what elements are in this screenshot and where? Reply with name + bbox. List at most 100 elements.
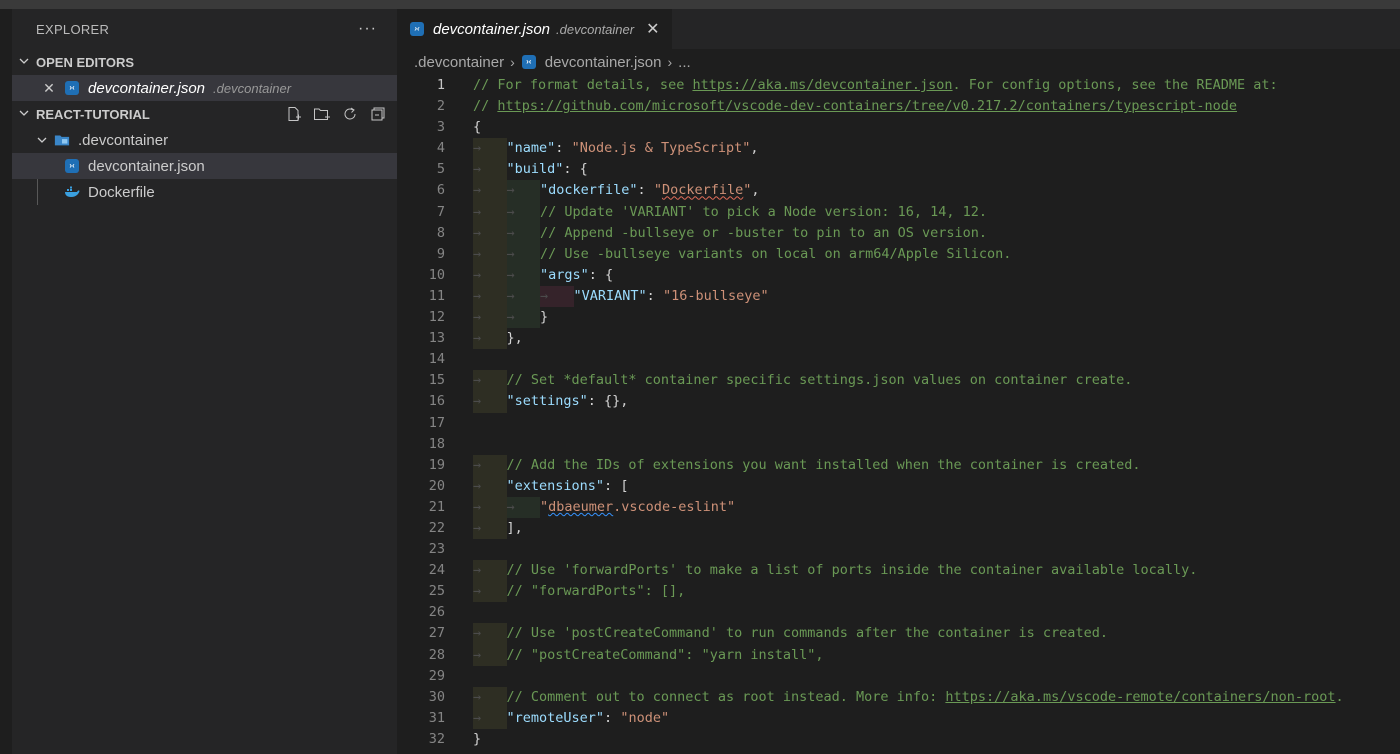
line-number: 31 <box>428 709 445 726</box>
code-editor[interactable]: 1 // For format details, see https://aka.… <box>397 75 1400 754</box>
devcontainer-icon: ›‹ <box>409 21 425 37</box>
code-text: →// Set *default* container specific set… <box>473 370 1132 392</box>
line-number: 8 <box>436 224 445 241</box>
chevron-down-icon <box>30 132 54 149</box>
line-number: 30 <box>428 688 445 705</box>
more-actions-icon[interactable]: ··· <box>358 20 377 38</box>
title-bar <box>0 0 1400 9</box>
new-folder-icon[interactable] <box>313 105 331 123</box>
breadcrumb-tail[interactable]: ... <box>678 54 691 71</box>
editor-tabs: ›‹ devcontainer.json .devcontainer ✕ <box>397 9 1400 49</box>
code-line[interactable]: 14 <box>397 349 1400 370</box>
code-text: →], <box>473 517 523 540</box>
project-section[interactable]: REACT-TUTORIAL <box>12 101 397 127</box>
line-number: 24 <box>428 562 445 579</box>
code-line[interactable]: 29 <box>397 666 1400 687</box>
code-line[interactable]: 23 <box>397 539 1400 560</box>
code-line[interactable]: 16 → "settings": {}, <box>397 391 1400 413</box>
line-number: 22 <box>428 519 445 536</box>
code-line[interactable]: 24 →// Use 'forwardPorts' to make a list … <box>397 560 1400 582</box>
code-line[interactable]: 9 → →// Use -bullseye variants on local on… <box>397 243 1400 265</box>
line-number: 4 <box>436 140 445 157</box>
code-text: →// Use 'postCreateCommand' to run comma… <box>473 623 1108 645</box>
folder-name: .devcontainer <box>78 131 169 149</box>
collapse-all-icon[interactable] <box>369 105 387 123</box>
folder-item[interactable]: .devcontainer <box>12 127 397 153</box>
code-line[interactable]: 6 → → "dockerfile": "Dockerfile", <box>397 180 1400 202</box>
code-line[interactable]: 32} <box>397 729 1400 750</box>
code-line[interactable]: 31 → "remoteUser": "node" <box>397 707 1400 729</box>
new-file-icon[interactable] <box>285 105 303 123</box>
breadcrumb-folder[interactable]: .devcontainer <box>414 54 504 71</box>
explorer-header: EXPLORER ··· <box>12 9 397 49</box>
line-number: 14 <box>428 351 445 368</box>
code-line[interactable]: 19 →// Add the IDs of extensions you want… <box>397 454 1400 476</box>
file-item-devcontainer[interactable]: ›‹ devcontainer.json <box>12 153 397 179</box>
code-line[interactable]: 8 → →// Append -bullseye or -buster to pin… <box>397 222 1400 244</box>
line-number: 32 <box>428 730 445 747</box>
breadcrumb-file[interactable]: devcontainer.json <box>545 54 662 71</box>
code-line[interactable]: 21 → → "dbaeumer.vscode-eslint" <box>397 496 1400 518</box>
code-line[interactable]: 12 → →} <box>397 307 1400 329</box>
close-icon[interactable]: ✕ <box>42 80 56 97</box>
line-number: 10 <box>428 266 445 283</box>
code-line[interactable]: 7 → →// Update 'VARIANT' to pick a Node ve… <box>397 201 1400 223</box>
code-line[interactable]: 11 → → → "VARIANT": "16-bullseye" <box>397 285 1400 308</box>
code-line[interactable]: 2 // https://github.com/microsoft/vscode-… <box>397 96 1400 117</box>
refresh-icon[interactable] <box>341 105 359 123</box>
code-line[interactable]: 10 → → "args": { <box>397 264 1400 286</box>
chevron-down-icon <box>12 56 36 69</box>
tab-devcontainer-json[interactable]: ›‹ devcontainer.json .devcontainer ✕ <box>397 9 672 49</box>
close-icon[interactable]: ✕ <box>646 19 659 39</box>
open-editor-folder: .devcontainer <box>213 80 292 96</box>
code-text: → →// Update 'VARIANT' to pick a Node ver… <box>473 201 987 223</box>
open-editors-label: OPEN EDITORS <box>36 54 135 70</box>
code-text: → "name": "Node.js & TypeScript", <box>473 138 759 160</box>
code-text: →// "postCreateCommand": "yarn install", <box>473 644 823 666</box>
code-line[interactable]: 28 →// "postCreateCommand": "yarn install… <box>397 644 1400 666</box>
line-number: 16 <box>428 393 445 410</box>
code-line[interactable]: 1 // For format details, see https://aka.… <box>397 75 1400 96</box>
folder-icon <box>54 132 70 148</box>
line-number: 29 <box>428 667 445 684</box>
code-line[interactable]: 3{ <box>397 117 1400 138</box>
code-text: // For format details, see https://aka.m… <box>473 77 1278 93</box>
devcontainer-icon: ›‹ <box>64 158 80 174</box>
chevron-right-icon: › <box>510 54 515 70</box>
line-number: 19 <box>428 456 445 473</box>
line-number: 21 <box>428 498 445 515</box>
code-line[interactable]: 25 →// "forwardPorts": [], <box>397 581 1400 603</box>
code-text: → "build": { <box>473 159 588 181</box>
devcontainer-icon: ›‹ <box>521 54 537 70</box>
code-text: → "settings": {}, <box>473 391 628 413</box>
code-line[interactable]: 22 →], <box>397 517 1400 540</box>
line-number: 11 <box>428 287 445 304</box>
code-line[interactable]: 4 → "name": "Node.js & TypeScript", <box>397 138 1400 160</box>
open-editors-section[interactable]: OPEN EDITORS <box>12 49 397 75</box>
line-number: 27 <box>428 625 445 642</box>
devcontainer-icon: ›‹ <box>64 80 80 96</box>
docker-icon <box>64 184 80 200</box>
code-text: → "remoteUser": "node" <box>473 707 669 729</box>
code-line[interactable]: 13 →}, <box>397 328 1400 350</box>
code-line[interactable]: 15 →// Set *default* container specific s… <box>397 370 1400 392</box>
open-editor-item[interactable]: ✕ ›‹ devcontainer.json .devcontainer <box>12 75 397 101</box>
file-name: devcontainer.json <box>88 157 205 175</box>
code-text: → →// Use -bullseye variants on local on … <box>473 243 1011 265</box>
code-line[interactable]: 18 <box>397 434 1400 455</box>
code-text: → → "dockerfile": "Dockerfile", <box>473 180 760 202</box>
code-text: →// Use 'forwardPorts' to make a list of… <box>473 560 1197 582</box>
file-item-dockerfile[interactable]: Dockerfile <box>12 179 397 205</box>
line-number: 23 <box>428 541 445 558</box>
line-number: 5 <box>436 161 445 178</box>
code-line[interactable]: 5 → "build": { <box>397 159 1400 181</box>
line-number: 26 <box>428 604 445 621</box>
explorer-title: EXPLORER <box>36 21 110 37</box>
folder-children: ›‹ devcontainer.json Dockerfile <box>12 153 397 205</box>
code-text: // https://github.com/microsoft/vscode-d… <box>473 98 1238 115</box>
code-line[interactable]: 26 <box>397 602 1400 623</box>
code-line[interactable]: 30 →// Comment out to connect as root ins… <box>397 686 1400 708</box>
code-line[interactable]: 27 →// Use 'postCreateCommand' to run com… <box>397 623 1400 645</box>
code-line[interactable]: 20 → "extensions": [ <box>397 475 1400 497</box>
code-line[interactable]: 17 <box>397 413 1400 434</box>
